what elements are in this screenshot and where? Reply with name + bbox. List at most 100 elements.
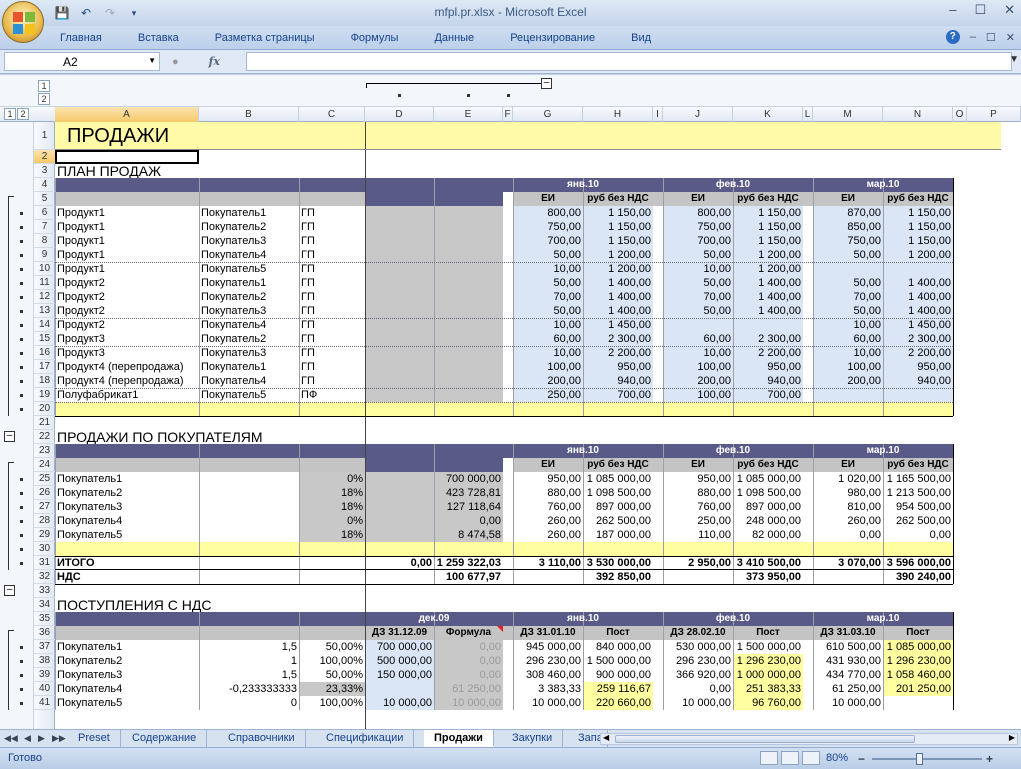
receipt-value[interactable]: 1,5 (199, 640, 299, 654)
receipt-value[interactable]: 10 000,00 (813, 696, 883, 710)
row-header-3[interactable]: 3 (34, 164, 55, 178)
plan-value[interactable]: 700,00 (663, 234, 733, 248)
receipts-subheader[interactable]: Пост (583, 626, 653, 640)
plan-value[interactable] (663, 318, 733, 332)
plan-type[interactable]: ГП (299, 318, 365, 332)
buyer-name[interactable]: Покупатель5 (55, 528, 199, 542)
column-header-J[interactable]: J (663, 107, 733, 122)
buyer-value[interactable]: 950,00 (513, 472, 583, 486)
subheader-rub[interactable]: руб без НДС (883, 192, 953, 206)
plan-value[interactable]: 750,00 (663, 220, 733, 234)
plan-value[interactable]: 70,00 (813, 290, 883, 304)
plan-value[interactable] (813, 388, 883, 402)
receipt-value[interactable]: 0,00 (434, 640, 503, 654)
cell-grid[interactable]: ПРОДАЖИ ПЛАН ПРОДАЖ ПРОДАЖИ ПО ПОКУПАТЕЛЯМ… (55, 122, 1021, 729)
buyer-value[interactable]: 8 474,58 (434, 528, 503, 542)
receipt-value[interactable]: 3 383,33 (513, 682, 583, 696)
plan-value[interactable]: 200,00 (813, 374, 883, 388)
receipt-value[interactable]: 945 000,00 (513, 640, 583, 654)
receipt-buyer[interactable]: Покупатель4 (55, 682, 199, 696)
row-header-30[interactable]: 30 (34, 542, 55, 556)
receipt-value[interactable]: 0,00 (434, 654, 503, 668)
expand-formula-bar-icon[interactable]: ▼ (1009, 54, 1019, 65)
sheet-tab-purchases[interactable]: Закупки (502, 730, 564, 747)
plan-value[interactable]: 10,00 (663, 262, 733, 276)
subheader-ei[interactable]: ЕИ (513, 192, 583, 206)
subheader-ei[interactable]: ЕИ (513, 458, 583, 472)
column-header-D[interactable]: D (365, 107, 434, 122)
row-header-23[interactable]: 23 (34, 444, 55, 458)
receipt-value[interactable] (365, 682, 434, 696)
plan-buyer[interactable]: Покупатель3 (199, 304, 299, 318)
tab-page-layout[interactable]: Разметка страницы (215, 32, 315, 44)
plan-value[interactable]: 1 400,00 (733, 276, 803, 290)
buyer-value[interactable]: 950,00 (663, 472, 733, 486)
receipt-value[interactable]: 1 500 000,00 (583, 654, 653, 668)
name-box-dropdown-icon[interactable]: ▼ (148, 56, 156, 65)
row-outline-level-1-button[interactable]: 1 (4, 108, 16, 120)
maximize-icon[interactable]: ☐ (974, 2, 986, 18)
receipt-value[interactable]: 50,00% (299, 668, 365, 682)
buyer-value[interactable]: 700 000,00 (434, 472, 503, 486)
receipt-value[interactable]: 23,33% (299, 682, 365, 696)
buyer-value[interactable]: 760,00 (513, 500, 583, 514)
plan-value[interactable]: 1 200,00 (733, 262, 803, 276)
plan-value[interactable]: 800,00 (663, 206, 733, 220)
section-plan-title[interactable]: ПЛАН ПРОДАЖ (55, 164, 355, 178)
plan-value[interactable]: 1 150,00 (583, 234, 653, 248)
plan-buyer[interactable]: Покупатель4 (199, 374, 299, 388)
receipt-value[interactable] (883, 696, 953, 710)
total-value[interactable]: 3 410 500,00 (733, 556, 803, 570)
receipt-value[interactable]: 500 000,00 (365, 654, 434, 668)
plan-type[interactable]: ГП (299, 220, 365, 234)
row-header-26[interactable]: 26 (34, 486, 55, 500)
vat-value[interactable]: 390 240,00 (883, 570, 953, 584)
subheader-ei[interactable]: ЕИ (663, 192, 733, 206)
receipts-subheader[interactable]: ДЗ 28.02.10 (663, 626, 733, 640)
total-value[interactable]: 1 259 322,03 (434, 556, 503, 570)
receipt-value[interactable]: 1 058 460,00 (883, 668, 953, 682)
plan-value[interactable]: 2 200,00 (583, 346, 653, 360)
plan-product[interactable]: Продукт3 (55, 346, 199, 360)
row-header-34[interactable]: 34 (34, 598, 55, 612)
plan-value[interactable]: 2 300,00 (883, 332, 953, 346)
subheader-rub[interactable]: руб без НДС (733, 192, 803, 206)
row-header-4[interactable]: 4 (34, 178, 55, 192)
receipt-value[interactable]: 10 000,00 (663, 696, 733, 710)
plan-value[interactable]: 50,00 (663, 248, 733, 262)
subheader-ei[interactable]: ЕИ (813, 458, 883, 472)
outline-level-1-button[interactable]: 1 (38, 80, 50, 92)
formula-input[interactable] (246, 52, 1012, 71)
row-header-2[interactable]: 2 (34, 150, 55, 164)
buyer-value[interactable]: 250,00 (663, 514, 733, 528)
row-header-31[interactable]: 31 (34, 556, 55, 570)
row-header-27[interactable]: 27 (34, 500, 55, 514)
buyer-value[interactable]: 0,00 (434, 514, 503, 528)
plan-value[interactable]: 10,00 (513, 318, 583, 332)
buyer-value[interactable]: 0,00 (883, 528, 953, 542)
receipt-value[interactable]: 296 230,00 (663, 654, 733, 668)
row-header-25[interactable]: 25 (34, 472, 55, 486)
zoom-out-icon[interactable]: − (858, 752, 865, 766)
zoom-in-icon[interactable]: + (986, 752, 993, 766)
receipt-value[interactable]: 1 500 000,00 (733, 640, 803, 654)
receipt-value[interactable]: 366 920,00 (663, 668, 733, 682)
buyer-value[interactable]: 880,00 (513, 486, 583, 500)
total-value[interactable]: 3 070,00 (813, 556, 883, 570)
plan-value[interactable]: 1 150,00 (733, 206, 803, 220)
buyer-value[interactable]: 1 165 500,00 (883, 472, 953, 486)
plan-type[interactable]: ПФ (299, 388, 365, 402)
receipt-value[interactable]: 840 000,00 (583, 640, 653, 654)
plan-value[interactable]: 2 300,00 (733, 332, 803, 346)
column-header-F[interactable]: F (503, 107, 513, 122)
plan-product[interactable]: Продукт1 (55, 262, 199, 276)
prev-sheet-icon[interactable]: ◀ (24, 733, 31, 744)
receipt-value[interactable]: 50,00% (299, 640, 365, 654)
plan-value[interactable]: 200,00 (663, 374, 733, 388)
plan-product[interactable]: Продукт1 (55, 220, 199, 234)
receipt-buyer[interactable]: Покупатель1 (55, 640, 199, 654)
buyer-value[interactable]: 18% (299, 500, 365, 514)
plan-value[interactable]: 1 150,00 (883, 220, 953, 234)
plan-value[interactable]: 2 200,00 (883, 346, 953, 360)
row-header-33[interactable]: 33 (34, 584, 55, 598)
